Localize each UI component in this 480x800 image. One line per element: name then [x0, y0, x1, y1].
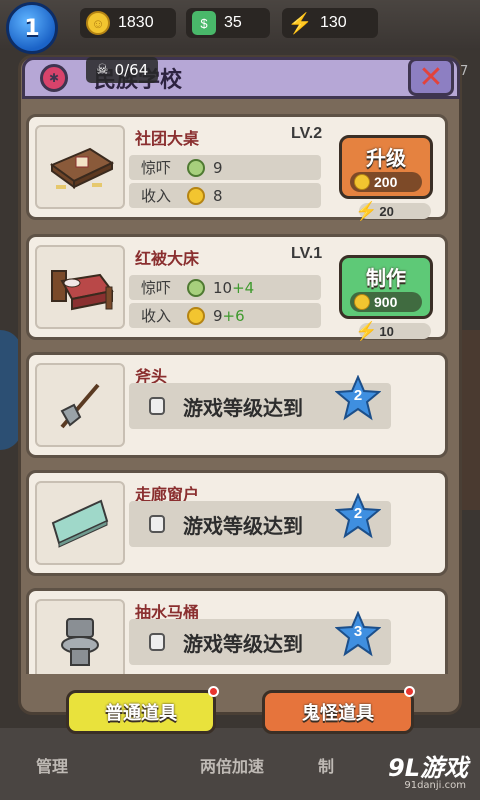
required-level: 2: [353, 387, 363, 404]
item-name: 社团大桌: [135, 129, 200, 148]
scare-stat: 惊吓 10 +4: [129, 275, 321, 300]
side-number: 7: [460, 64, 469, 79]
item-level: LV.2: [291, 125, 323, 142]
normal-props-label: 普通道具: [105, 703, 177, 724]
craft-button[interactable]: 制作 900: [339, 255, 433, 319]
window-icon: [51, 499, 109, 548]
nav-double-speed[interactable]: 两倍加速: [200, 753, 264, 777]
normal-props-button[interactable]: 普通道具: [66, 690, 216, 734]
income-value: 9: [213, 306, 223, 325]
table-icon: [49, 147, 115, 189]
lock-icon: [149, 397, 165, 415]
energy-amount: 130: [320, 14, 347, 31]
energy-cost: ⚡ 20: [355, 201, 431, 221]
item-card-red-bed: 红被大床 LV.1 惊吓 10 +4 收入 9 +6 制作 900 ⚡ 10: [26, 234, 448, 341]
watermark-url: 91danji.com: [404, 780, 466, 791]
required-level: 2: [353, 505, 363, 522]
coin-amount: 1830: [118, 14, 154, 31]
scare-icon: [187, 158, 205, 177]
income-label: 收入: [141, 307, 172, 325]
scare-label: 惊吓: [141, 159, 172, 177]
coin-icon: [354, 174, 370, 190]
lightning-icon: ⚡: [355, 200, 378, 221]
income-stat: 收入 9 +6: [129, 303, 321, 328]
income-stat: 收入 8: [129, 183, 321, 208]
ghost-count: 0/64: [114, 61, 149, 79]
toilet-icon: [61, 618, 99, 666]
close-button[interactable]: ✕: [408, 58, 454, 96]
coin-counter: ☺ 1830: [80, 8, 176, 38]
player-level: 1: [24, 15, 40, 41]
item-thumbnail: [35, 245, 125, 329]
coin-icon: [354, 294, 370, 310]
scare-stat: 惊吓 9: [129, 155, 321, 180]
lock-text: 游戏等级达到: [183, 631, 303, 656]
item-thumbnail: [35, 481, 125, 565]
lightning-icon: ⚡: [287, 12, 313, 35]
ghost-counter: ☠ 0/64: [86, 57, 159, 83]
bed-icon: [51, 270, 114, 311]
scare-icon: [187, 278, 205, 297]
upgrade-cost-value: 200: [374, 174, 398, 190]
notification-dot: [208, 686, 219, 697]
scare-bonus: +4: [232, 278, 255, 297]
lock-icon: [149, 515, 165, 533]
close-icon: ✕: [418, 59, 444, 95]
income-value: 8: [213, 186, 223, 205]
upgrade-label: 升级: [366, 146, 406, 170]
energy-cost: ⚡ 10: [355, 321, 431, 341]
lightning-icon: ⚡: [355, 320, 378, 341]
energy-cost-value: 20: [379, 203, 394, 219]
scare-value: 9: [213, 158, 223, 177]
required-level-star: 2: [334, 374, 382, 421]
required-level: 3: [353, 623, 363, 640]
item-card-flush-toilet: 抽水马桶 游戏等级达到 3: [26, 588, 448, 674]
item-card-hall-window: 走廊窗户 游戏等级达到 2: [26, 470, 448, 576]
lock-text: 游戏等级达到: [183, 513, 303, 538]
upgrade-button[interactable]: 升级 200: [339, 135, 433, 199]
coin-icon: [187, 306, 205, 325]
upgrade-cost: 200: [350, 172, 422, 192]
lock-text: 游戏等级达到: [183, 395, 303, 420]
nav-manage[interactable]: 管理: [36, 753, 68, 777]
player-level-badge[interactable]: 1: [6, 2, 58, 54]
scare-label: 惊吓: [141, 279, 172, 297]
craft-label: 制作: [366, 266, 406, 290]
required-level-star: 3: [334, 610, 382, 657]
ghost-icon: ☠: [96, 62, 109, 78]
item-thumbnail: [35, 125, 125, 209]
income-label: 收入: [141, 187, 172, 205]
notification-dot: [404, 686, 415, 697]
cash-icon: $: [192, 11, 216, 35]
item-name: 红被大床: [135, 249, 200, 268]
coin-icon: ☺: [86, 11, 110, 35]
item-level: LV.1: [291, 245, 323, 262]
bug-icon: ✱: [40, 64, 68, 92]
energy-cost-value: 10: [379, 323, 394, 339]
ghost-props-button[interactable]: 鬼怪道具: [262, 690, 414, 734]
watermark-logo: 9L游戏: [388, 754, 468, 782]
item-list[interactable]: 社团大桌 LV.2 惊吓 9 收入 8 升级 200 ⚡ 20 红被大床 LV.…: [26, 106, 454, 674]
craft-cost-value: 900: [374, 294, 398, 310]
item-card-axe: 斧头 游戏等级达到 2: [26, 352, 448, 458]
axe-icon: [60, 383, 100, 429]
required-level-star: 2: [334, 492, 382, 539]
craft-cost: 900: [350, 292, 422, 312]
ghost-props-label: 鬼怪道具: [302, 703, 374, 724]
item-thumbnail: [35, 363, 125, 447]
scare-value: 10: [213, 278, 233, 297]
energy-counter: ⚡ 130: [282, 8, 378, 38]
item-thumbnail: [35, 599, 125, 674]
cash-amount: 35: [224, 14, 242, 31]
item-card-club-table: 社团大桌 LV.2 惊吓 9 收入 8 升级 200 ⚡ 20: [26, 114, 448, 221]
coin-icon: [187, 186, 205, 205]
income-bonus: +6: [222, 306, 245, 325]
nav-partial[interactable]: 制: [318, 753, 334, 777]
lock-icon: [149, 633, 165, 651]
cash-counter: $ 35: [186, 8, 270, 38]
